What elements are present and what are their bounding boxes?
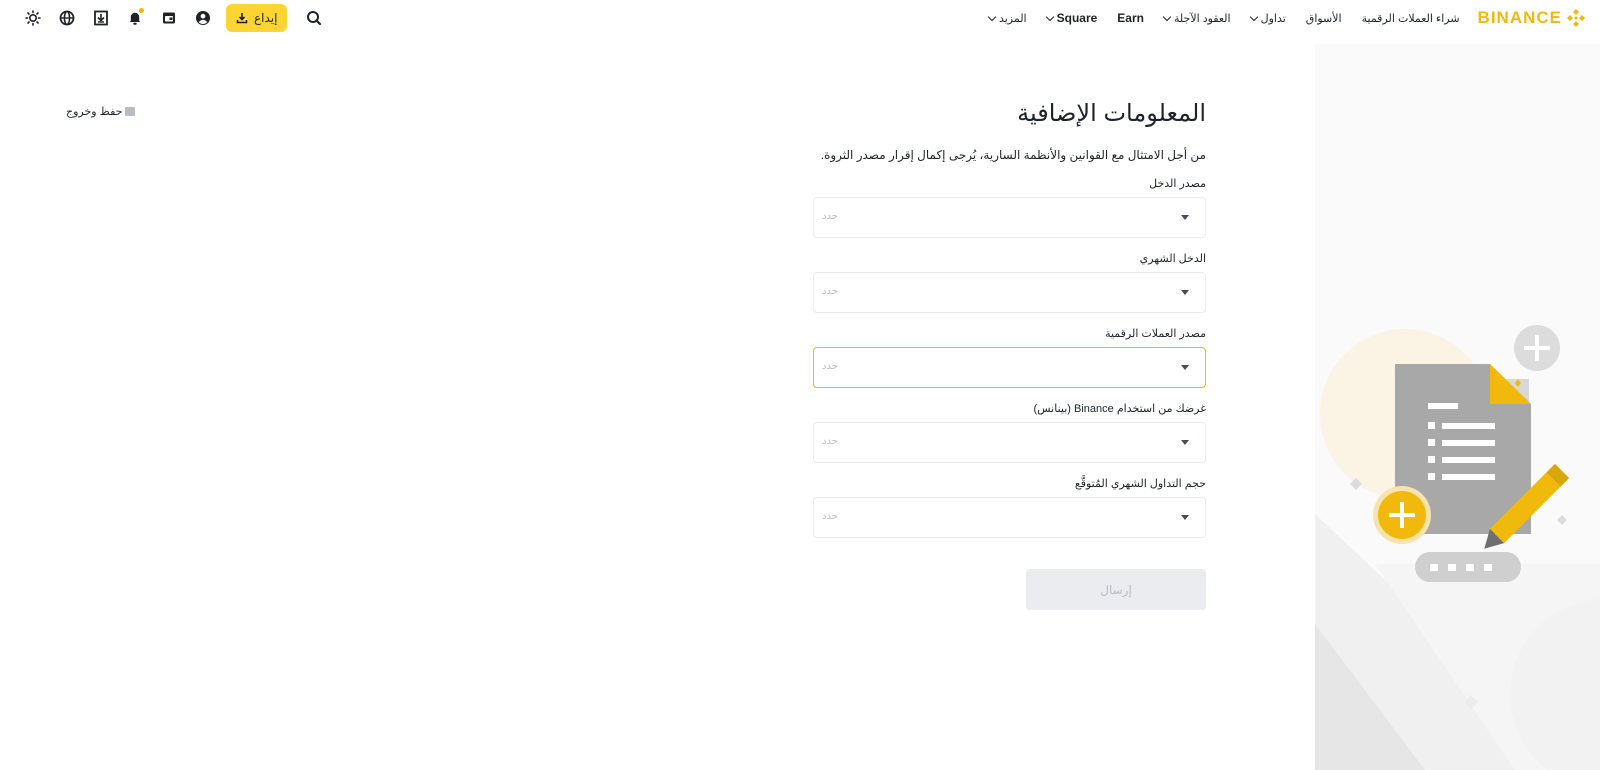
top-navbar: إيداع BINANCE شراء العملات الرقمية الأسو… bbox=[0, 0, 1600, 36]
form-description: من أجل الامتثال مع القوانين والأنظمة الس… bbox=[820, 148, 1206, 162]
nav-label: Earn bbox=[1117, 11, 1144, 25]
main-nav: BINANCE شراء العملات الرقمية الأسواق تدا… bbox=[969, 0, 1600, 36]
field-label: مصدر الدخل bbox=[1149, 178, 1206, 190]
nav-label: الأسواق bbox=[1305, 12, 1342, 25]
field-monthly-income: الدخل الشهري حدد bbox=[813, 251, 1206, 313]
field-crypto-source: مصدر العملات الرقمية حدد bbox=[813, 326, 1206, 388]
globe-icon[interactable] bbox=[50, 4, 84, 32]
chevron-down-icon bbox=[1162, 12, 1172, 21]
nav-label: تداول bbox=[1260, 12, 1286, 25]
field-label: غرضك من استخدام Binance (بينانس) bbox=[1033, 403, 1207, 415]
binance-logo-icon bbox=[1567, 9, 1585, 27]
nav-trade[interactable]: تداول bbox=[1249, 12, 1286, 25]
select-placeholder: حدد bbox=[822, 436, 838, 447]
profile-icon[interactable] bbox=[186, 4, 220, 32]
nav-more[interactable]: المزيد bbox=[987, 12, 1027, 25]
nav-futures[interactable]: العقود الآجلة bbox=[1162, 12, 1231, 25]
binance-logo[interactable]: BINANCE bbox=[1478, 8, 1586, 28]
save-icon bbox=[125, 107, 136, 116]
caret-down-icon bbox=[1181, 365, 1189, 370]
submit-button[interactable]: إرسال bbox=[1026, 569, 1206, 610]
field-label: حجم التداول الشهري المُتوقَّع bbox=[1074, 478, 1206, 490]
nav-square[interactable]: Square bbox=[1045, 11, 1098, 25]
chevron-down-icon bbox=[987, 12, 997, 21]
income-source-select[interactable]: حدد bbox=[813, 197, 1206, 238]
nav-buy-crypto[interactable]: شراء العملات الرقمية bbox=[1362, 12, 1460, 25]
caret-down-icon bbox=[1181, 440, 1189, 445]
crypto-source-select[interactable]: حدد bbox=[813, 347, 1206, 388]
purpose-select[interactable]: حدد bbox=[813, 422, 1206, 463]
header-actions: إيداع bbox=[16, 4, 331, 32]
save-and-exit-button[interactable]: حفظ وخروج bbox=[66, 105, 136, 118]
chevron-down-icon bbox=[1249, 12, 1258, 21]
bell-icon[interactable] bbox=[118, 4, 152, 32]
document-illustration bbox=[1315, 325, 1600, 770]
nav-label: شراء العملات الرقمية bbox=[1361, 12, 1460, 25]
field-label: الدخل الشهري bbox=[1139, 253, 1206, 265]
nav-earn[interactable]: Earn bbox=[1117, 11, 1144, 25]
trading-volume-select[interactable]: حدد bbox=[813, 497, 1206, 538]
deposit-button[interactable]: إيداع bbox=[226, 4, 288, 32]
monthly-income-select[interactable]: حدد bbox=[813, 272, 1206, 313]
download-app-icon[interactable] bbox=[84, 4, 118, 32]
deposit-label: إيداع bbox=[254, 11, 278, 25]
nav-label: Square bbox=[1056, 11, 1098, 25]
theme-toggle-icon[interactable] bbox=[16, 4, 50, 32]
save-and-exit-label: حفظ وخروج bbox=[66, 106, 123, 118]
select-placeholder: حدد bbox=[822, 211, 838, 222]
select-placeholder: حدد bbox=[822, 361, 838, 372]
field-purpose: غرضك من استخدام Binance (بينانس) حدد bbox=[813, 401, 1206, 463]
caret-down-icon bbox=[1181, 215, 1189, 220]
select-placeholder: حدد bbox=[822, 286, 838, 297]
wallet-icon[interactable] bbox=[152, 4, 186, 32]
select-placeholder: حدد bbox=[822, 511, 838, 522]
submit-label: إرسال bbox=[1100, 582, 1132, 597]
page-title: المعلومات الإضافية bbox=[1017, 100, 1206, 127]
caret-down-icon bbox=[1181, 515, 1189, 520]
field-label: مصدر العملات الرقمية bbox=[1105, 328, 1206, 340]
chevron-down-icon bbox=[1045, 12, 1054, 21]
nav-label: العقود الآجلة bbox=[1173, 12, 1231, 25]
field-trading-volume: حجم التداول الشهري المُتوقَّع حدد bbox=[813, 476, 1206, 538]
notification-dot bbox=[139, 8, 144, 13]
field-income-source: مصدر الدخل حدد bbox=[813, 176, 1206, 238]
caret-down-icon bbox=[1181, 290, 1189, 295]
additional-info-form: المعلومات الإضافية من أجل الامتثال مع ال… bbox=[813, 96, 1206, 610]
logo-text: BINANCE bbox=[1477, 8, 1562, 27]
nav-label: المزيد bbox=[998, 12, 1027, 25]
download-icon bbox=[236, 13, 248, 24]
search-icon[interactable] bbox=[297, 4, 331, 32]
side-illustration-panel bbox=[1315, 44, 1600, 770]
nav-markets[interactable]: الأسواق bbox=[1306, 12, 1342, 25]
